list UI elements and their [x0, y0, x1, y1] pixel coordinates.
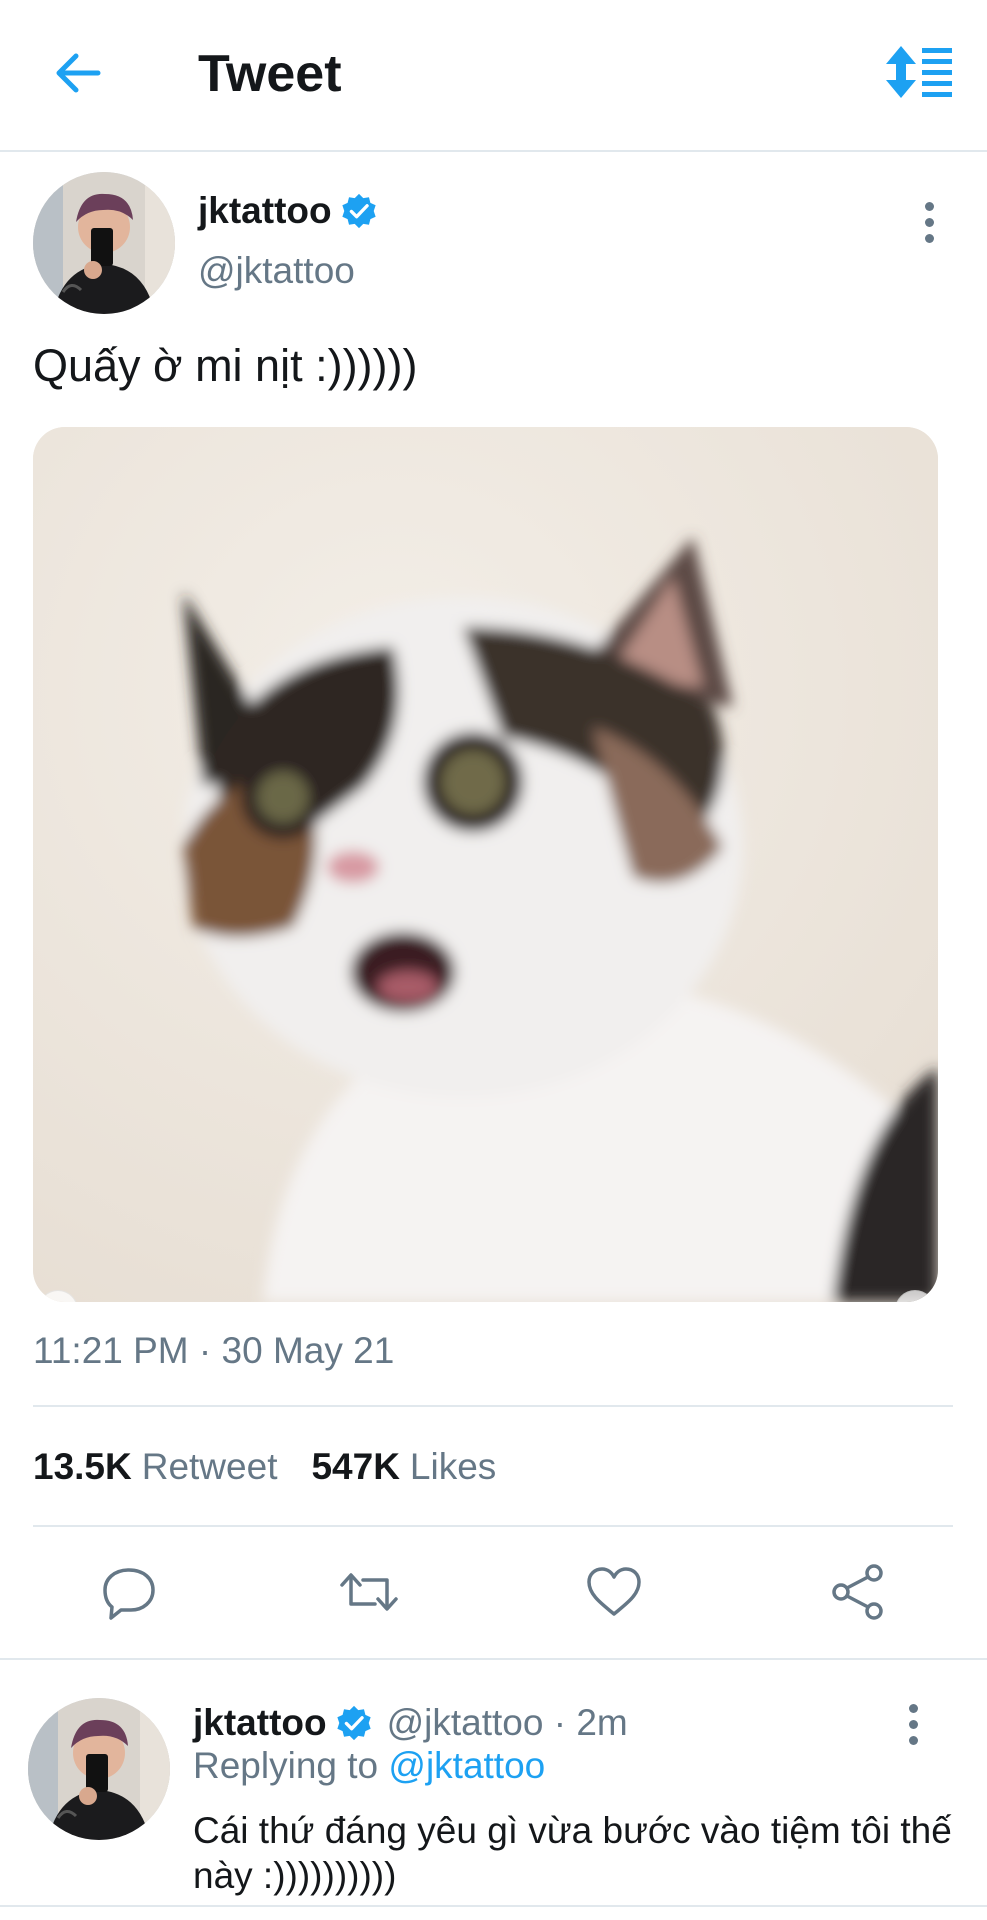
avatar-photo	[28, 1698, 170, 1840]
like-icon	[587, 1567, 641, 1616]
section-separator	[0, 1658, 987, 1660]
reply-text: Cái thứ đáng yêu gì vừa bước vào tiệm tô…	[193, 1810, 952, 1896]
like-count: 547K	[311, 1446, 400, 1487]
retweet-icon	[340, 1573, 398, 1611]
more-dot	[924, 218, 934, 227]
more-dot	[908, 1704, 918, 1713]
top-bar: Tweet	[0, 0, 987, 152]
sort-icon	[886, 46, 952, 98]
author-name[interactable]: jktattoo	[198, 190, 332, 232]
chevron-right-icon: ›	[911, 1295, 919, 1302]
more-dot	[924, 202, 934, 211]
share-button[interactable]	[828, 1562, 888, 1622]
section-separator	[0, 1905, 987, 1907]
reply-more-options-button[interactable]	[903, 1704, 923, 1748]
replying-to-link[interactable]: @jktattoo	[388, 1745, 545, 1786]
more-dot	[908, 1720, 918, 1729]
more-dot	[924, 234, 934, 243]
replying-to-line: Replying to @jktattoo	[193, 1745, 545, 1787]
sort-button[interactable]	[884, 44, 954, 100]
chevron-left-icon: ‹	[54, 1295, 62, 1302]
retweet-label: Retweet	[141, 1446, 278, 1487]
arrow-left-icon	[56, 53, 101, 93]
retweet-button[interactable]	[339, 1562, 399, 1622]
author-handle[interactable]: @jktattoo	[198, 250, 355, 292]
tweet-stats: 13.5K Retweet 547K Likes	[33, 1446, 496, 1488]
reply-author-row: jktattoo @jktattoo · 2m	[193, 1702, 628, 1744]
verified-badge-icon	[336, 1705, 371, 1741]
replying-to-prefix: Replying to	[193, 1745, 379, 1786]
like-label: Likes	[409, 1446, 497, 1487]
share-icon	[832, 1564, 883, 1620]
divider	[33, 1525, 953, 1527]
reply-handle-time: @jktattoo · 2m	[386, 1702, 628, 1743]
divider	[33, 1405, 953, 1407]
reply-author-name[interactable]: jktattoo	[193, 1702, 327, 1744]
like-stat[interactable]: 547K Likes	[311, 1446, 496, 1487]
avatar-photo	[33, 172, 175, 314]
reply-avatar[interactable]	[28, 1698, 170, 1840]
page-title: Tweet	[198, 45, 342, 103]
reply-button[interactable]	[99, 1562, 159, 1622]
cat-photo	[33, 427, 938, 1302]
tweet-timestamp[interactable]: 11:21 PM · 30 May 21	[33, 1330, 394, 1372]
avatar[interactable]	[33, 172, 175, 314]
tweet-text: Quấy ờ mi nịt :))))))	[33, 340, 418, 391]
like-button[interactable]	[584, 1562, 644, 1622]
retweet-stat[interactable]: 13.5K Retweet	[33, 1446, 277, 1487]
back-button[interactable]	[50, 45, 106, 101]
verified-badge-icon	[341, 193, 376, 229]
more-options-button[interactable]	[919, 202, 939, 246]
retweet-count: 13.5K	[33, 1446, 132, 1487]
tweet-media[interactable]: ‹ ›	[33, 427, 938, 1302]
author-name-row: jktattoo	[198, 190, 378, 232]
more-dot	[908, 1736, 918, 1745]
reply-icon	[103, 1568, 155, 1620]
